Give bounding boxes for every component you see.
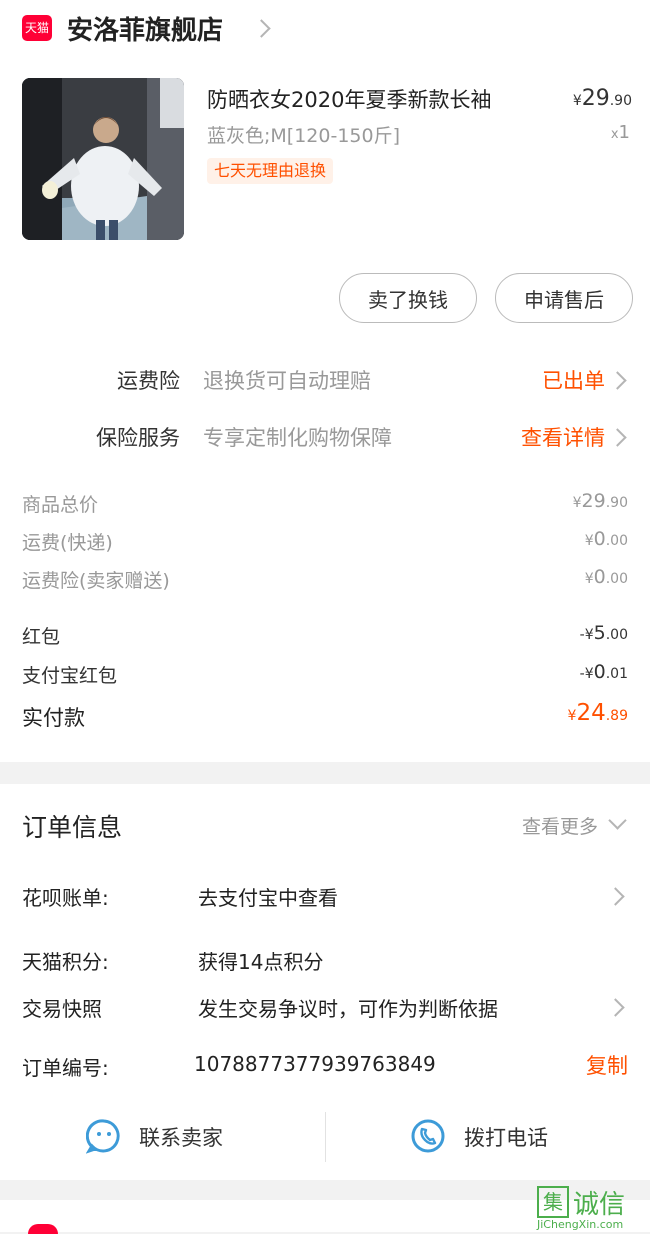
- order-row-label: 订单编号:: [22, 1056, 109, 1080]
- service-row-insurance[interactable]: 保险服务 专享定制化购物保障 查看详情: [0, 417, 650, 457]
- call-button[interactable]: 拨打电话: [326, 1110, 650, 1162]
- sell-button[interactable]: 卖了换钱: [339, 273, 477, 323]
- view-more-button[interactable]: 查看更多: [508, 811, 628, 840]
- watermark-chars: 诚信: [573, 1190, 626, 1220]
- product-title[interactable]: 防晒衣女2020年夏季新款长袖: [207, 84, 491, 114]
- cost-value: ¥0.00: [585, 566, 628, 588]
- service-desc: 专享定制化购物保障: [203, 426, 392, 450]
- chat-face-icon: [86, 1119, 120, 1154]
- discount-prefix: -¥: [579, 627, 594, 643]
- product-price-currency: ¥: [572, 93, 582, 109]
- order-row-snapshot[interactable]: 交易快照 发生交易争议时，可作为判断依据: [0, 989, 650, 1025]
- watermark-char-box: 集: [537, 1186, 569, 1218]
- watermark-char-1: 集: [543, 1190, 563, 1214]
- discount-value: -¥5.00: [580, 622, 628, 644]
- chevron-down-icon: [608, 811, 627, 830]
- order-row-value: 获得14点积分: [198, 950, 324, 974]
- order-number-value: 1078877377939763849: [194, 1052, 436, 1076]
- product-price-int: 29: [581, 86, 610, 111]
- service-status: 查看详情: [521, 426, 605, 450]
- cost-dec: .00: [605, 571, 628, 587]
- cost-prefix: ¥: [572, 495, 582, 511]
- paid-dec: .89: [605, 708, 628, 724]
- paid-int: 24: [576, 700, 606, 726]
- product-photo-icon: [22, 78, 184, 240]
- store-name[interactable]: 安洛菲旗舰店: [67, 10, 223, 47]
- cost-row: 商品总价 ¥29.90: [0, 490, 650, 520]
- order-info-card: 订单信息 查看更多 花呗账单: 去支付宝中查看 天猫积分: 获得14点积分 交易…: [0, 784, 650, 1180]
- cost-int: 29: [581, 490, 606, 512]
- next-card-avatar: [28, 1224, 58, 1234]
- order-row-points: 天猫积分: 获得14点积分: [0, 942, 650, 978]
- cost-row: 运费(快递) ¥0.00: [0, 528, 650, 558]
- order-card: 天猫 安洛菲旗舰店 防晒衣女2020年夏季新款长袖 ¥29.90 蓝灰色;M[1…: [0, 0, 650, 762]
- watermark-url: JiChengXin.com: [537, 1218, 624, 1231]
- discount-int: 0: [593, 661, 606, 683]
- product-qty: x1: [611, 122, 630, 143]
- product-spec: 蓝灰色;M[120-150斤]: [207, 125, 401, 147]
- cost-label: 运费险(卖家赠送): [22, 570, 170, 592]
- cost-prefix: ¥: [584, 533, 594, 549]
- after-sale-button[interactable]: 申请售后: [495, 273, 633, 323]
- discount-row: 支付宝红包 -¥0.01: [0, 661, 650, 691]
- discount-label: 支付宝红包: [22, 665, 118, 687]
- discount-dec: .01: [605, 666, 628, 682]
- order-row-chevron-icon: [606, 998, 625, 1017]
- paid-row: 实付款 ¥24.89: [0, 700, 650, 736]
- discount-value: -¥0.01: [580, 661, 628, 683]
- contact-seller-button[interactable]: 联系卖家: [0, 1110, 325, 1162]
- service-desc: 退换货可自动理赔: [203, 369, 371, 393]
- cost-prefix: ¥: [584, 571, 594, 587]
- cost-label: 商品总价: [22, 494, 99, 516]
- store-chevron-icon[interactable]: [252, 19, 271, 38]
- return-policy-tag: 七天无理由退换: [207, 158, 334, 184]
- discount-label: 红包: [22, 626, 61, 648]
- view-more-label: 查看更多: [521, 816, 598, 838]
- tmall-badge-text: 天猫: [24, 21, 49, 35]
- order-row-huabei[interactable]: 花呗账单: 去支付宝中查看: [0, 878, 650, 914]
- product-price-dec: .90: [609, 93, 632, 109]
- after-sale-button-label: 申请售后: [524, 287, 604, 312]
- cost-dec: .00: [605, 533, 628, 549]
- tmall-badge-icon: 天猫: [22, 15, 52, 41]
- product-image[interactable]: [22, 78, 184, 240]
- order-row-value: 发生交易争议时，可作为判断依据: [198, 997, 498, 1021]
- service-chevron-icon: [608, 371, 627, 390]
- service-status: 已出单: [542, 369, 605, 393]
- service-chevron-icon: [608, 428, 627, 447]
- paid-label: 实付款: [22, 706, 85, 730]
- cost-value: ¥29.90: [573, 490, 628, 512]
- discount-row: 红包 -¥5.00: [0, 622, 650, 652]
- cost-value: ¥0.00: [585, 528, 628, 550]
- order-row-label: 花呗账单:: [22, 886, 109, 910]
- order-row-label: 交易快照: [22, 997, 102, 1021]
- order-row-value: 去支付宝中查看: [198, 886, 338, 910]
- service-label: 运费险: [117, 369, 180, 393]
- cost-int: 0: [593, 566, 606, 588]
- paid-value: ¥24.89: [568, 700, 628, 726]
- order-row-label: 天猫积分:: [22, 950, 109, 974]
- phone-icon: [411, 1119, 445, 1153]
- order-row-number: 订单编号: 1078877377939763849 复制: [0, 1048, 650, 1084]
- order-row-chevron-icon: [606, 887, 625, 906]
- cost-row: 运费险(卖家赠送) ¥0.00: [0, 566, 650, 596]
- contact-seller-label: 联系卖家: [139, 1126, 223, 1150]
- copy-button[interactable]: 复制: [586, 1050, 628, 1080]
- call-label: 拨打电话: [464, 1126, 548, 1150]
- service-label: 保险服务: [96, 426, 180, 450]
- product-qty-prefix: x: [610, 127, 619, 142]
- product-price: ¥29.90: [573, 86, 632, 111]
- service-row-freight-insurance[interactable]: 运费险 退换货可自动理赔 已出单: [0, 360, 650, 400]
- cost-label: 运费(快递): [22, 532, 113, 554]
- sell-button-label: 卖了换钱: [368, 287, 448, 312]
- product-qty-value: 1: [618, 122, 630, 143]
- cost-dec: .90: [605, 495, 628, 511]
- watermark: 集 诚信 JiChengXin.com: [533, 1182, 650, 1232]
- cost-int: 0: [593, 528, 606, 550]
- order-info-title: 订单信息: [22, 813, 123, 842]
- discount-prefix: -¥: [579, 666, 594, 682]
- discount-dec: .00: [605, 627, 628, 643]
- discount-int: 5: [593, 622, 606, 644]
